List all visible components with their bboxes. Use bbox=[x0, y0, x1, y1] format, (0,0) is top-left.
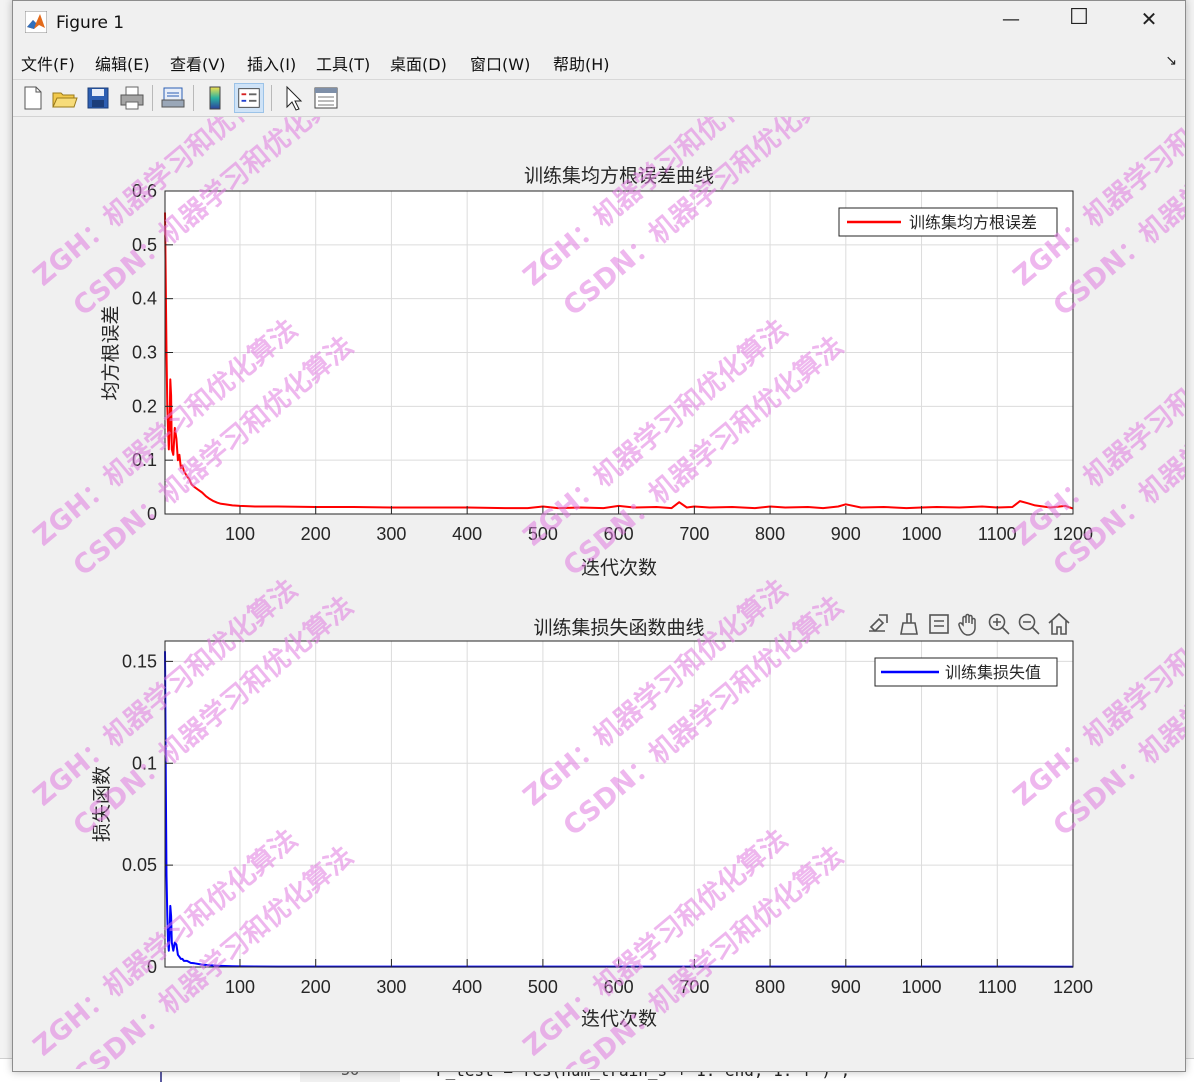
rmse-xtick-label: 100 bbox=[225, 524, 255, 544]
background-app-left bbox=[0, 0, 12, 1081]
toolbar-separator bbox=[271, 85, 272, 111]
pan-hand-icon[interactable] bbox=[956, 611, 982, 637]
data-tips-icon[interactable] bbox=[926, 611, 952, 637]
loss-xtick-label: 1100 bbox=[978, 977, 1017, 997]
loss-xtick-label: 1000 bbox=[902, 977, 942, 997]
loss-xtick-label: 900 bbox=[831, 977, 861, 997]
close-button[interactable]: ✕ bbox=[1127, 7, 1171, 39]
menu-help[interactable]: 帮助(H) bbox=[553, 51, 610, 75]
colorbar-icon[interactable] bbox=[200, 83, 230, 113]
rmse-xtick-label: 700 bbox=[679, 524, 709, 544]
toolbar-separator bbox=[152, 85, 153, 111]
rmse-xtick-label: 200 bbox=[301, 524, 331, 544]
loss-xtick-label: 100 bbox=[225, 977, 255, 997]
menu-view[interactable]: 查看(V) bbox=[170, 51, 225, 75]
legend-loss-label: 训练集损失值 bbox=[945, 663, 1041, 682]
new-figure-icon[interactable] bbox=[17, 83, 47, 113]
zoom-out-icon[interactable] bbox=[1016, 611, 1042, 637]
rmse-xtick-label: 900 bbox=[831, 524, 861, 544]
loss-xtick-label: 800 bbox=[755, 977, 785, 997]
rmse-ytick-label: 0.2 bbox=[132, 396, 157, 416]
legend-rmse-label: 训练集均方根误差 bbox=[909, 213, 1037, 232]
rmse-xtick-label: 1000 bbox=[902, 524, 942, 544]
home-icon[interactable] bbox=[1046, 611, 1072, 637]
figure-canvas: 100 200 300 400 500 600 700 800 900 1000 1100 1200 0… bbox=[13, 53, 1194, 1082]
menu-file[interactable]: 文件(F) bbox=[21, 51, 75, 75]
axes-rmse-ylabel: 均方根误差 bbox=[100, 305, 122, 400]
legend-icon[interactable] bbox=[234, 83, 264, 113]
rmse-xtick-label: 300 bbox=[376, 524, 406, 544]
pointer-icon[interactable] bbox=[278, 83, 308, 113]
dock-arrow-icon[interactable]: ↘ bbox=[1165, 53, 1177, 69]
brush-icon[interactable] bbox=[896, 611, 922, 637]
figure-toolbar bbox=[13, 80, 1185, 117]
matlab-logo-icon bbox=[25, 11, 47, 33]
loss-xtick-label: 200 bbox=[301, 977, 331, 997]
export-icon[interactable] bbox=[865, 611, 891, 637]
zoom-in-icon[interactable] bbox=[986, 611, 1012, 637]
menu-insert[interactable]: 插入(I) bbox=[247, 51, 296, 75]
axes-toolbar bbox=[865, 611, 1072, 637]
minimize-button[interactable]: — bbox=[989, 9, 1033, 41]
print-preview-icon[interactable] bbox=[158, 83, 188, 113]
rmse-ytick-label: 0.3 bbox=[132, 343, 157, 363]
property-inspector-icon[interactable] bbox=[311, 83, 341, 113]
window-title: Figure 1 bbox=[56, 13, 125, 33]
menu-edit[interactable]: 编辑(E) bbox=[95, 51, 150, 75]
save-icon[interactable] bbox=[83, 83, 113, 113]
print-icon[interactable] bbox=[117, 83, 147, 113]
title-bar[interactable]: Figure 1 — ☐ ✕ bbox=[13, 1, 1185, 45]
loss-xtick-label: 500 bbox=[528, 977, 558, 997]
maximize-button[interactable]: ☐ bbox=[1057, 5, 1101, 37]
figure-window: Figure 1 — ☐ ✕ 文件(F) 编辑(E) 查看(V) 插入(I) 工… bbox=[12, 0, 1194, 1082]
loss-ytick-label: 0.05 bbox=[122, 855, 157, 875]
toolbar-separator bbox=[193, 85, 194, 111]
loss-xtick-label: 1200 bbox=[1053, 977, 1093, 997]
loss-xtick-label: 400 bbox=[452, 977, 482, 997]
menu-bar: 文件(F) 编辑(E) 查看(V) 插入(I) 工具(T) 桌面(D) 窗口(W… bbox=[13, 45, 1185, 80]
menu-tools[interactable]: 工具(T) bbox=[316, 51, 370, 75]
figure-svg: 100 200 300 400 500 600 700 800 900 1000 1100 12000… bbox=[27, 53, 1194, 1082]
open-file-icon[interactable] bbox=[49, 83, 79, 113]
legend-rmse[interactable]: 训练集均方根误差 bbox=[838, 207, 1058, 237]
axes-loss-title: 训练集损失函数曲线 bbox=[533, 617, 704, 639]
legend-loss[interactable]: 训练集损失值 bbox=[874, 657, 1058, 687]
menu-window[interactable]: 窗口(W) bbox=[470, 51, 530, 75]
rmse-xtick-label: 400 bbox=[452, 524, 482, 544]
loss-xtick-label: 300 bbox=[376, 977, 406, 997]
menu-desktop[interactable]: 桌面(D) bbox=[390, 51, 447, 75]
rmse-xtick-label: 800 bbox=[755, 524, 785, 544]
rmse-ytick-label: 0.4 bbox=[132, 289, 157, 309]
loss-ytick-label: 0.15 bbox=[122, 651, 157, 671]
